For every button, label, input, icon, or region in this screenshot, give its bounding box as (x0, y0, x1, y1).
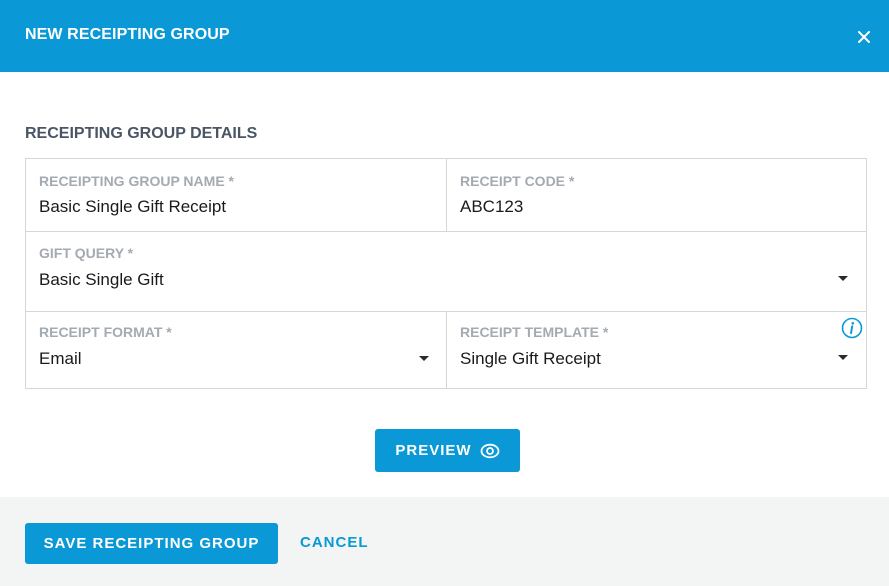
dialog-footer: SAVE RECEIPTING GROUP CANCEL (0, 497, 889, 586)
receipt-code-field[interactable]: RECEIPT CODE * ABC123 (447, 159, 866, 231)
receipt-format-select[interactable]: RECEIPT FORMAT * Email (26, 312, 446, 388)
gift-query-value: Basic Single Gift (39, 270, 164, 289)
gift-query-label: GIFT QUERY * (39, 245, 134, 261)
chevron-down-icon (419, 356, 429, 361)
dialog-header: NEW RECEIPTING GROUP (0, 0, 889, 72)
dialog-title: NEW RECEIPTING GROUP (25, 26, 230, 43)
info-icon[interactable] (841, 317, 863, 339)
chevron-down-icon (838, 355, 848, 360)
receipt-template-label: RECEIPT TEMPLATE * (460, 324, 609, 340)
receipt-template-value: Single Gift Receipt (460, 349, 601, 368)
close-icon (858, 31, 870, 43)
chevron-down-icon (838, 276, 848, 281)
receipt-format-value: Email (39, 349, 82, 368)
details-form: RECEIPTING GROUP NAME * Basic Single Gif… (25, 158, 867, 389)
cancel-button[interactable]: CANCEL (300, 534, 369, 551)
section-title: RECEIPTING GROUP DETAILS (25, 125, 258, 142)
preview-button[interactable]: PREVIEW (375, 429, 520, 472)
receipt-template-select[interactable]: RECEIPT TEMPLATE * Single Gift Receipt (447, 312, 866, 388)
group-name-input[interactable]: Basic Single Gift Receipt (39, 197, 226, 217)
group-name-label: RECEIPTING GROUP NAME * (39, 173, 234, 189)
preview-label: PREVIEW (395, 442, 472, 459)
receipt-format-label: RECEIPT FORMAT * (39, 324, 172, 340)
close-button[interactable] (851, 24, 877, 50)
group-name-field[interactable]: RECEIPTING GROUP NAME * Basic Single Gif… (26, 159, 446, 231)
eye-icon (480, 443, 499, 458)
save-receipting-group-button[interactable]: SAVE RECEIPTING GROUP (25, 523, 278, 564)
receipt-code-input[interactable]: ABC123 (460, 197, 523, 217)
gift-query-select[interactable]: GIFT QUERY * Basic Single Gift (26, 232, 866, 311)
receipt-code-label: RECEIPT CODE * (460, 173, 575, 189)
